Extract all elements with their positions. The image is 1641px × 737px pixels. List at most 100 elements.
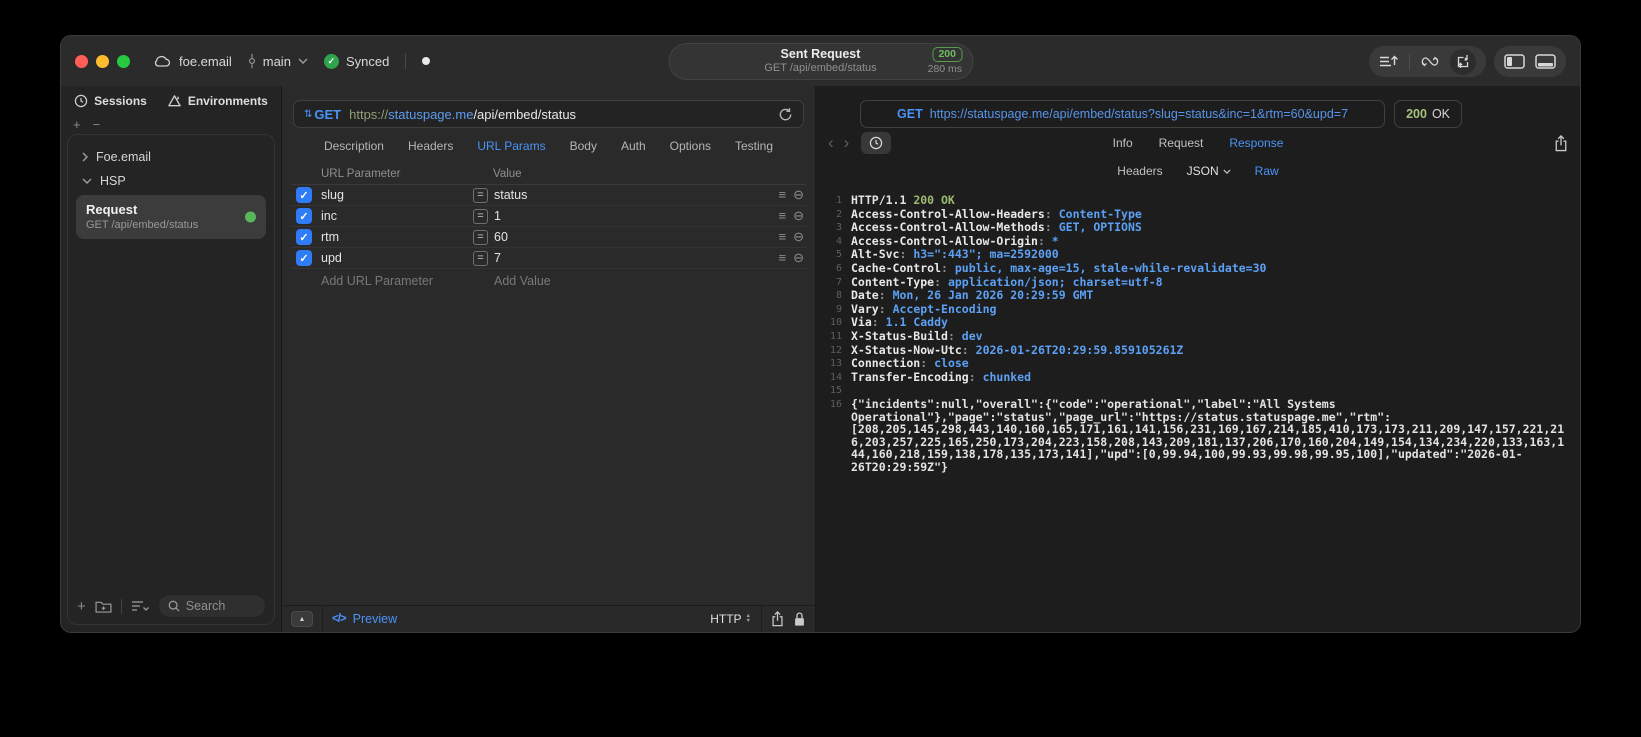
import-export-button[interactable] [1450, 48, 1476, 75]
remove-row-icon[interactable]: ⊖ [793, 229, 804, 245]
forward-button[interactable]: › [844, 133, 850, 153]
row-menu-icon[interactable]: ≡ [779, 229, 787, 245]
remove-row-icon[interactable]: ⊖ [793, 208, 804, 224]
param-value-input[interactable]: status [494, 188, 527, 202]
new-folder-button[interactable] [95, 600, 112, 613]
method-selector-arrows-icon: ⇅ [304, 108, 313, 120]
protocol-selector[interactable]: HTTP ▲ ▼ [700, 612, 761, 626]
branch-switcher[interactable]: main [248, 52, 308, 70]
history-button[interactable] [861, 132, 892, 154]
tree-group-label: Foe.email [96, 150, 151, 164]
request-url-bar[interactable]: ⇅ GET https://statuspage.me/api/embed/st… [293, 100, 804, 128]
remove-row-icon[interactable]: ⊖ [793, 250, 804, 266]
row-menu-icon[interactable]: ≡ [779, 187, 787, 203]
sidebar-footer: + Search [68, 592, 274, 624]
toggle-sidebar-button[interactable] [1504, 54, 1525, 69]
line-number: 8 [835, 290, 842, 302]
add-param-value-input[interactable]: Add Value [473, 274, 758, 288]
url-host: statuspage.me [388, 106, 474, 122]
tab-testing[interactable]: Testing [735, 139, 773, 153]
line-number: 16 [829, 398, 842, 410]
tab-sessions[interactable]: Sessions [74, 94, 147, 108]
tab-environments[interactable]: Environments [167, 94, 268, 108]
preview-label: Preview [352, 612, 398, 626]
param-name-input[interactable]: rtm [321, 230, 473, 244]
request-tabs: Description Headers URL Params Body Auth Opti… [282, 128, 815, 163]
tree-group-hsp[interactable]: HSP [74, 169, 268, 193]
remove-row-icon[interactable]: ⊖ [793, 187, 804, 203]
check-circle-icon: ✓ [323, 53, 339, 69]
back-button[interactable]: ‹ [828, 133, 834, 153]
new-request-button[interactable]: + [77, 598, 86, 615]
tree-group-foe-email[interactable]: Foe.email [74, 145, 268, 169]
request-item-subtitle: GET /api/embed/status [86, 219, 199, 231]
line-number: 13 [829, 358, 842, 370]
sidebar-footer-divider [120, 598, 122, 614]
code-icon: </> [332, 613, 347, 625]
line-number: 10 [829, 317, 842, 329]
request-method[interactable]: GET [314, 107, 341, 122]
collapse-panel-button[interactable]: ▲ [291, 611, 313, 627]
tab-info[interactable]: Info [1113, 136, 1133, 150]
request-url[interactable]: https://statuspage.me/api/embed/status [349, 107, 576, 122]
export-response-button[interactable] [1554, 134, 1568, 152]
request-item-title: Request [86, 202, 138, 217]
tab-url-params[interactable]: URL Params [477, 139, 545, 153]
request-list-item-selected[interactable]: Request GET /api/embed/status [76, 195, 266, 239]
sync-status[interactable]: ✓ Synced [323, 53, 389, 69]
param-enabled-checkbox[interactable]: ✓ [296, 229, 312, 245]
tab-body[interactable]: Body [570, 139, 597, 153]
tab-headers[interactable]: Headers [408, 139, 453, 153]
request-list-button[interactable] [1379, 54, 1399, 69]
toggle-bottom-panel-button[interactable] [1535, 54, 1556, 69]
view-tab-format[interactable]: JSON [1187, 164, 1231, 178]
request-pane: ⇅ GET https://statuspage.me/api/embed/st… [282, 86, 816, 632]
param-name-input[interactable]: upd [321, 251, 473, 265]
param-value-input[interactable]: 60 [494, 230, 508, 244]
tab-response[interactable]: Response [1229, 136, 1283, 150]
add-param-name-input[interactable]: Add URL Parameter [321, 274, 473, 288]
line-number: 1 [835, 195, 842, 206]
project-switcher[interactable]: foe.email [152, 54, 232, 69]
tab-request[interactable]: Request [1159, 136, 1204, 150]
param-enabled-checkbox[interactable]: ✓ [296, 250, 312, 266]
equals-icon: = [473, 187, 488, 203]
param-name-input[interactable]: inc [321, 209, 473, 223]
view-tab-headers[interactable]: Headers [1117, 164, 1162, 178]
param-row: ✓ slug = status ≡ ⊖ [291, 185, 806, 206]
param-enabled-checkbox[interactable]: ✓ [296, 187, 312, 203]
tab-options[interactable]: Options [670, 139, 711, 153]
environments-cycle-icon [168, 95, 181, 107]
search-input[interactable]: Search [158, 595, 265, 617]
view-tab-raw[interactable]: Raw [1255, 164, 1279, 178]
fullscreen-window-button[interactable] [117, 54, 130, 68]
close-window-button[interactable] [75, 54, 88, 68]
share-icon [772, 611, 783, 627]
minimize-window-button[interactable] [96, 54, 109, 68]
resend-request-button[interactable] [778, 107, 793, 122]
param-name-input[interactable]: slug [321, 188, 473, 202]
param-row: ✓ inc = 1 ≡ ⊖ [291, 206, 806, 227]
tab-description[interactable]: Description [324, 139, 384, 153]
sent-request-url-box[interactable]: GET https://statuspage.me/api/embed/stat… [860, 100, 1386, 128]
add-item-button[interactable]: + [73, 117, 81, 132]
sync-branches-button[interactable] [1420, 54, 1440, 69]
lock-button[interactable] [793, 606, 815, 632]
preview-button[interactable]: </> Preview [332, 612, 397, 626]
response-body[interactable]: 1 HTTP/1.1 200 OK 2 Access-Control-Allow-He… [816, 184, 1580, 632]
response-line: 9 Vary: Accept-Encoding [822, 302, 1566, 317]
response-line: 12 X-Status-Now-Utc: 2026-01-26T20:29:59.… [822, 343, 1566, 358]
share-request-button[interactable] [762, 606, 793, 632]
sort-filter-button[interactable] [131, 600, 150, 612]
clock-icon [74, 94, 88, 108]
param-value-input[interactable]: 7 [494, 251, 501, 265]
param-value-input[interactable]: 1 [494, 209, 501, 223]
row-menu-icon[interactable]: ≡ [779, 250, 787, 266]
remove-item-button[interactable]: − [93, 117, 101, 132]
row-menu-icon[interactable]: ≡ [779, 208, 787, 224]
history-nav: ‹ › [828, 133, 849, 153]
session-pill[interactable]: Sent Request GET /api/embed/status 200 2… [668, 43, 973, 80]
tab-auth[interactable]: Auth [621, 139, 646, 153]
url-scheme: https:// [349, 106, 389, 122]
param-enabled-checkbox[interactable]: ✓ [296, 208, 312, 224]
